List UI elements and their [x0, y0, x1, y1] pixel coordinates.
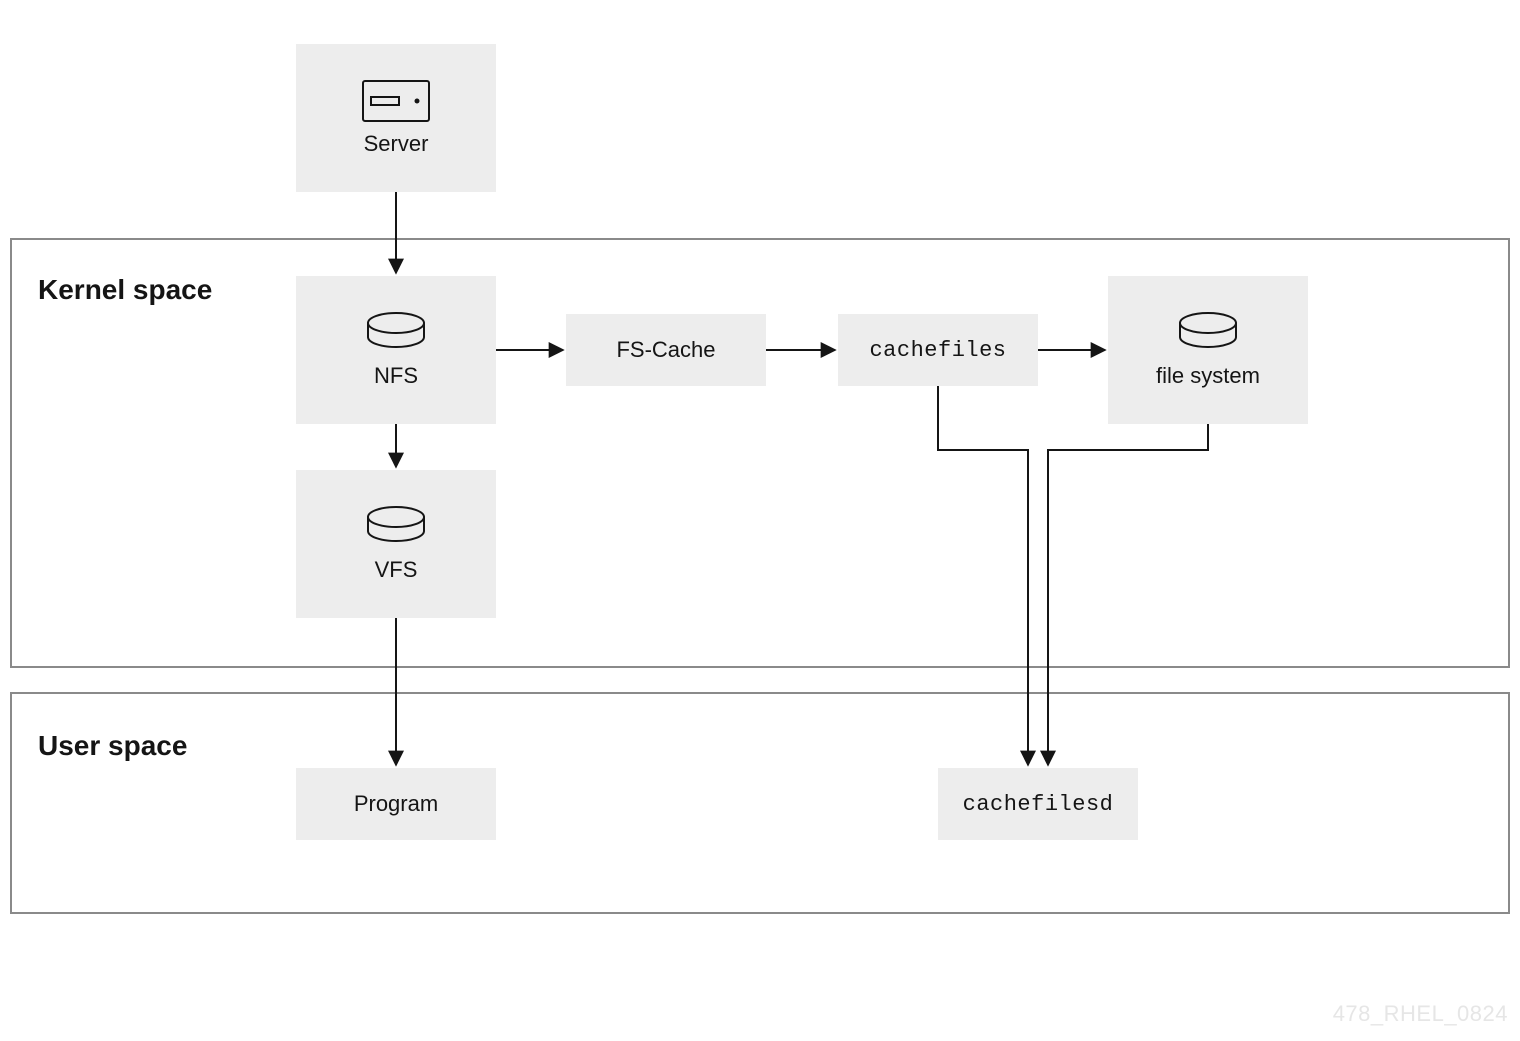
filesystem-label: file system	[1156, 363, 1260, 389]
nfs-node: NFS	[296, 276, 496, 424]
cachefilesd-node: cachefilesd	[938, 768, 1138, 840]
disk-icon	[364, 505, 428, 549]
program-label: Program	[354, 791, 438, 817]
user-space-region	[10, 692, 1510, 914]
vfs-node: VFS	[296, 470, 496, 618]
cachefiles-node: cachefiles	[838, 314, 1038, 386]
fscache-node: FS-Cache	[566, 314, 766, 386]
nfs-label: NFS	[374, 363, 418, 389]
server-node: Server	[296, 44, 496, 192]
user-space-title: User space	[38, 730, 187, 762]
fscache-label: FS-Cache	[616, 337, 715, 363]
disk-icon	[364, 311, 428, 355]
disk-icon	[1176, 311, 1240, 355]
program-node: Program	[296, 768, 496, 840]
server-label: Server	[364, 131, 429, 157]
cachefiles-label: cachefiles	[869, 338, 1006, 363]
kernel-space-title: Kernel space	[38, 274, 212, 306]
watermark: 478_RHEL_0824	[1333, 1001, 1508, 1027]
vfs-label: VFS	[375, 557, 418, 583]
filesystem-node: file system	[1108, 276, 1308, 424]
server-icon	[361, 79, 431, 123]
cachefilesd-label: cachefilesd	[963, 792, 1114, 817]
